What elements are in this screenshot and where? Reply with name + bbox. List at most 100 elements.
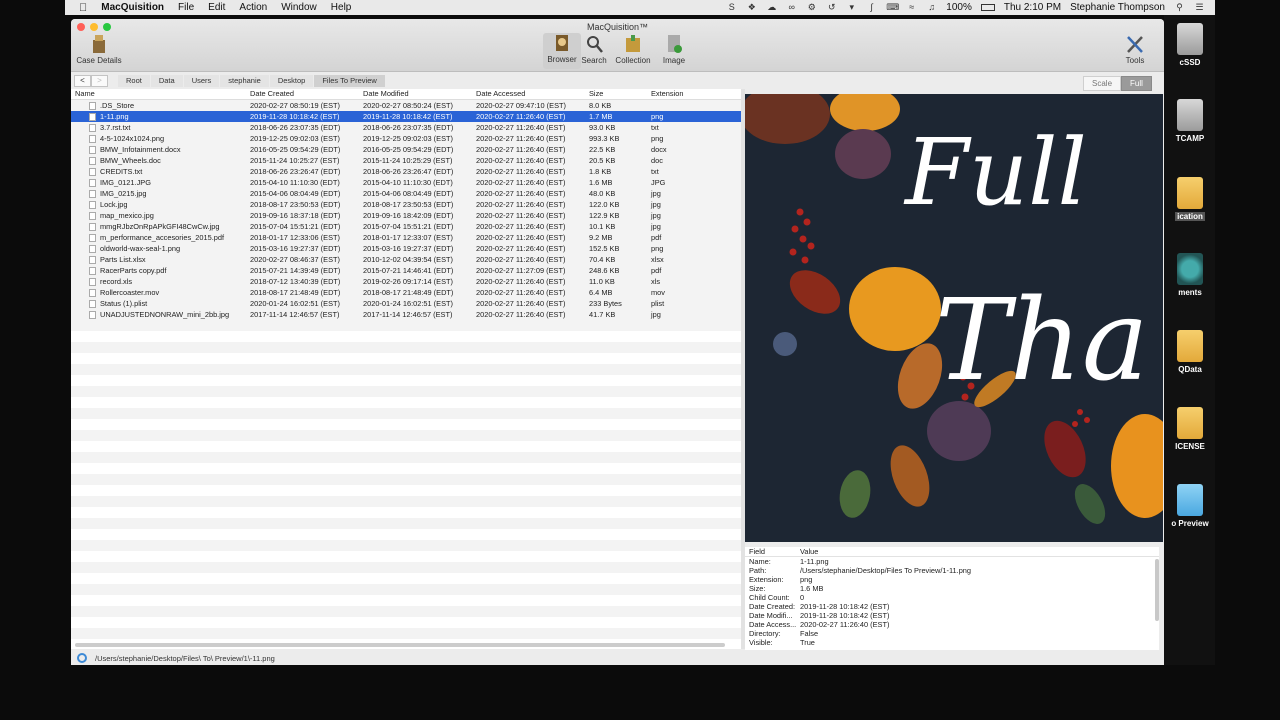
extension-cell: jpg [651,222,661,231]
desktop-item-data[interactable]: QData [1168,330,1212,374]
back-button[interactable]: < [74,75,91,87]
table-row[interactable]: Rollercoaster.mov 2018-08-17 21:48:49 (ED… [71,287,741,298]
spotlight-search-icon[interactable]: ⚲ [1174,3,1185,12]
date-modified-cell: 2019-09-16 18:42:09 (EDT) [363,211,454,220]
menu-edit[interactable]: Edit [208,2,225,13]
table-row[interactable]: RacerParts copy.pdf 2015-07-21 14:39:49 (… [71,265,741,276]
desktop-item-label: QData [1178,365,1202,374]
full-button[interactable]: Full [1121,76,1152,91]
menu-window[interactable]: Window [281,2,317,13]
bluetooth-icon[interactable]: ∫ [866,3,877,12]
table-row[interactable]: 1-11.png 2019-11-28 10:18:42 (EST) 2019-11… [71,111,741,122]
menu-file[interactable]: File [178,2,194,13]
search-button[interactable]: Search [575,34,613,65]
column-header-date-accessed[interactable]: Date Accessed [472,89,585,99]
menu-action[interactable]: Action [239,2,267,13]
file-icon [89,300,96,309]
table-row[interactable]: .DS_Store 2020-02-27 08:50:19 (EST) 2020-0… [71,100,741,111]
date-modified-cell: 2015-07-04 15:51:21 (EDT) [363,222,454,231]
apple-menu-icon[interactable]:  [79,2,87,14]
forward-button[interactable]: > [91,75,108,87]
image-button[interactable]: Image [655,34,693,65]
scale-button[interactable]: Scale [1083,76,1122,91]
table-row[interactable]: IMG_0121.JPG 2015-04-10 11:10:30 (EDT) 201… [71,177,741,188]
battery-percent[interactable]: 100% [946,2,972,13]
tools-button[interactable]: Tools [1116,34,1154,65]
volume-icon[interactable]: ♫ [926,3,937,12]
table-row[interactable]: record.xls 2018-07-12 13:40:39 (EDT) 2019-… [71,276,741,287]
date-modified-cell: 2018-01-17 12:33:07 (EST) [363,233,453,242]
battery-icon[interactable] [980,4,995,11]
table-row[interactable]: map_mexico.jpg 2019-09-16 18:37:18 (EDT) 2… [71,210,741,221]
keyboard-icon[interactable]: ⌨ [886,3,899,12]
date-accessed-cell: 2020-02-27 11:26:40 (EST) [476,178,566,187]
table-row[interactable]: Lock.jpg 2018-08-17 23:50:53 (EDT) 2018-08… [71,199,741,210]
date-accessed-cell: 2020-02-27 11:26:40 (EST) [476,123,566,132]
table-row[interactable]: mmgRJbzOnRpAPkGFI48CwCw.jpg 2015-07-04 15… [71,221,741,232]
date-created-cell: 2020-01-24 16:02:51 (EST) [250,299,340,308]
breadcrumb-files-to-preview[interactable]: Files To Preview [314,75,385,87]
column-header-extension[interactable]: Extension [647,89,737,99]
column-header-size[interactable]: Size [585,89,647,99]
table-row[interactable]: Parts List.xlsx 2020-02-27 08:46:37 (EST)… [71,254,741,265]
breadcrumb-stephanie[interactable]: stephanie [220,75,269,87]
dropbox-icon[interactable]: ❖ [746,3,757,12]
column-header-date-created[interactable]: Date Created [246,89,359,99]
desktop-item-documents[interactable]: ments [1168,253,1212,297]
table-row[interactable]: oldworld-wax-seal-1.png 2015-03-16 19:27:… [71,243,741,254]
control-center-icon[interactable]: ☰ [1194,3,1205,12]
table-row[interactable]: IMG_0215.jpg 2015-04-06 08:04:49 (EDT) 201… [71,188,741,199]
desktop-item-files-to-preview[interactable]: o Preview [1168,484,1212,528]
desktop-item-application[interactable]: ication [1168,177,1212,221]
table-row[interactable]: CREDITS.txt 2018-06-26 23:26:47 (EDT) 2018… [71,166,741,177]
app-menu[interactable]: MacQuisition [101,2,164,13]
desktop-item-label: ments [1178,288,1202,297]
table-row[interactable]: UNADJUSTEDNONRAW_mini_2bb.jpg 2017-11-14 … [71,309,741,320]
cloud-icon[interactable]: ☁ [766,3,777,12]
date-accessed-cell: 2020-02-27 11:26:40 (EST) [476,310,566,319]
wifi-icon[interactable]: ≈ [906,3,917,12]
desktop-item-ssd[interactable]: cSSD [1168,23,1212,67]
user-name[interactable]: Stephanie Thompson [1070,2,1165,13]
table-row[interactable]: 4-5-1024x1024.png 2019-12-25 09:02:03 (ES… [71,133,741,144]
file-name-cell: UNADJUSTEDNONRAW_mini_2bb.jpg [71,309,246,320]
date-created-cell: 2019-11-28 10:18:42 (EST) [250,112,340,121]
status-s-icon[interactable]: S [726,3,737,12]
time-machine-icon[interactable]: ↺ [826,3,837,12]
info-value: 1-11.png [800,557,829,566]
collection-button[interactable]: Collection [613,34,653,65]
creative-cloud-icon[interactable]: ∞ [786,3,797,12]
table-row[interactable]: 3.7.rst.txt 2018-06-26 23:07:35 (EDT) 2018… [71,122,741,133]
extension-cell: docx [651,145,667,154]
airplay-icon[interactable]: ▾ [846,3,857,12]
file-name-cell: RacerParts copy.pdf [71,266,246,276]
horizontal-scrollbar[interactable] [75,643,725,647]
breadcrumb-data[interactable]: Data [150,75,183,87]
table-row[interactable]: BMW_Wheels.doc 2015-11-24 10:25:27 (EST) 2… [71,155,741,166]
desktop-item-license[interactable]: ICENSE [1168,407,1212,451]
date-accessed-cell: 2020-02-27 11:26:40 (EST) [476,299,566,308]
table-row[interactable]: m_performance_accesories_2015.pdf 2018-01… [71,232,741,243]
breadcrumb-users[interactable]: Users [183,75,220,87]
desktop-item-bootcamp[interactable]: TCAMP [1168,99,1212,143]
refresh-icon[interactable] [77,653,87,663]
clock[interactable]: Thu 2:10 PM [1004,2,1061,13]
size-cell: 993.3 KB [589,134,620,143]
table-row[interactable]: BMW_Infotainment.docx 2016-05-25 09:54:29… [71,144,741,155]
size-cell: 11.0 KB [589,277,615,286]
info-field: Name: [749,557,771,566]
menu-help[interactable]: Help [331,2,352,13]
breadcrumb-root[interactable]: Root [118,75,150,87]
column-header-date-modified[interactable]: Date Modified [359,89,472,99]
file-icon [89,146,96,155]
case-details-button[interactable]: Case Details [75,34,123,65]
folder-icon [1177,177,1203,209]
gear-status-icon[interactable]: ⚙ [806,3,817,12]
column-header-name[interactable]: Name [71,89,246,99]
info-header-field: Field [749,547,766,556]
date-created-cell: 2020-02-27 08:46:37 (EST) [250,255,340,264]
breadcrumb-desktop[interactable]: Desktop [269,75,314,87]
file-name: UNADJUSTEDNONRAW_mini_2bb.jpg [100,309,230,319]
info-vertical-scrollbar[interactable] [1155,559,1159,621]
table-row[interactable]: Status (1).plist 2020-01-24 16:02:51 (EST… [71,298,741,309]
